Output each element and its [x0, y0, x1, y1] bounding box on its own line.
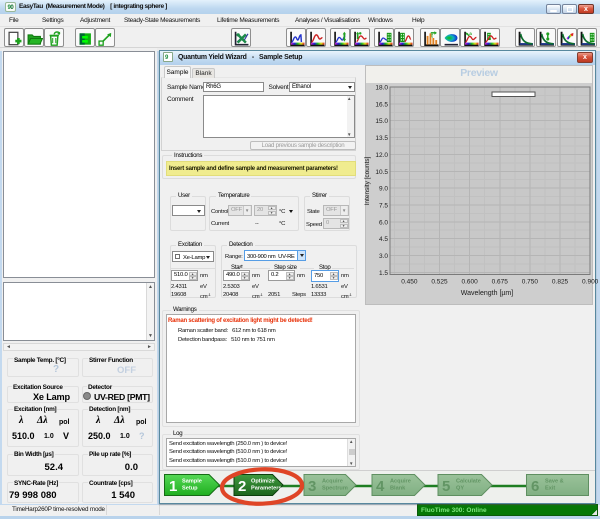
- svg-text:Calculate: Calculate: [456, 479, 481, 485]
- svg-text:Intensity [counts]: Intensity [counts]: [364, 156, 371, 205]
- svg-text:1.5: 1.5: [379, 270, 388, 277]
- svg-text:0.900: 0.900: [582, 279, 599, 286]
- svg-text:Acquire: Acquire: [322, 479, 343, 485]
- svg-text:7.5: 7.5: [379, 202, 388, 209]
- svg-text:3.0: 3.0: [379, 253, 388, 260]
- svg-text:Acquire: Acquire: [390, 479, 411, 485]
- svg-text:18.0: 18.0: [375, 85, 388, 92]
- svg-text:10.5: 10.5: [375, 169, 388, 176]
- svg-text:13.5: 13.5: [375, 135, 388, 142]
- svg-text:4: 4: [376, 478, 385, 495]
- svg-text:Sample: Sample: [182, 479, 202, 485]
- svg-text:Setup: Setup: [182, 486, 198, 492]
- svg-text:0.675: 0.675: [492, 279, 509, 286]
- svg-text:0.600: 0.600: [462, 279, 479, 286]
- svg-text:6: 6: [531, 478, 539, 495]
- svg-text:Exit: Exit: [545, 486, 555, 492]
- svg-text:0.825: 0.825: [552, 279, 569, 286]
- svg-text:Blank: Blank: [390, 486, 406, 492]
- svg-text:16.5: 16.5: [375, 101, 388, 108]
- svg-text:5: 5: [442, 478, 450, 495]
- svg-text:12.0: 12.0: [375, 152, 388, 159]
- svg-text:0.750: 0.750: [522, 279, 539, 286]
- svg-text:QY: QY: [456, 486, 464, 492]
- svg-text:4.5: 4.5: [379, 236, 388, 243]
- svg-text:9.0: 9.0: [379, 186, 388, 193]
- svg-text:Spectrum: Spectrum: [322, 486, 348, 492]
- svg-text:0.525: 0.525: [431, 279, 448, 286]
- svg-text:6.0: 6.0: [379, 219, 388, 226]
- svg-text:1: 1: [169, 478, 177, 495]
- svg-text:a: a: [469, 30, 472, 35]
- svg-text:0.450: 0.450: [401, 279, 418, 286]
- svg-text:Save &: Save &: [545, 479, 564, 485]
- svg-text:15.0: 15.0: [375, 118, 388, 125]
- svg-text:t: t: [431, 33, 433, 39]
- svg-text:Wavelength [µm]: Wavelength [µm]: [461, 290, 513, 297]
